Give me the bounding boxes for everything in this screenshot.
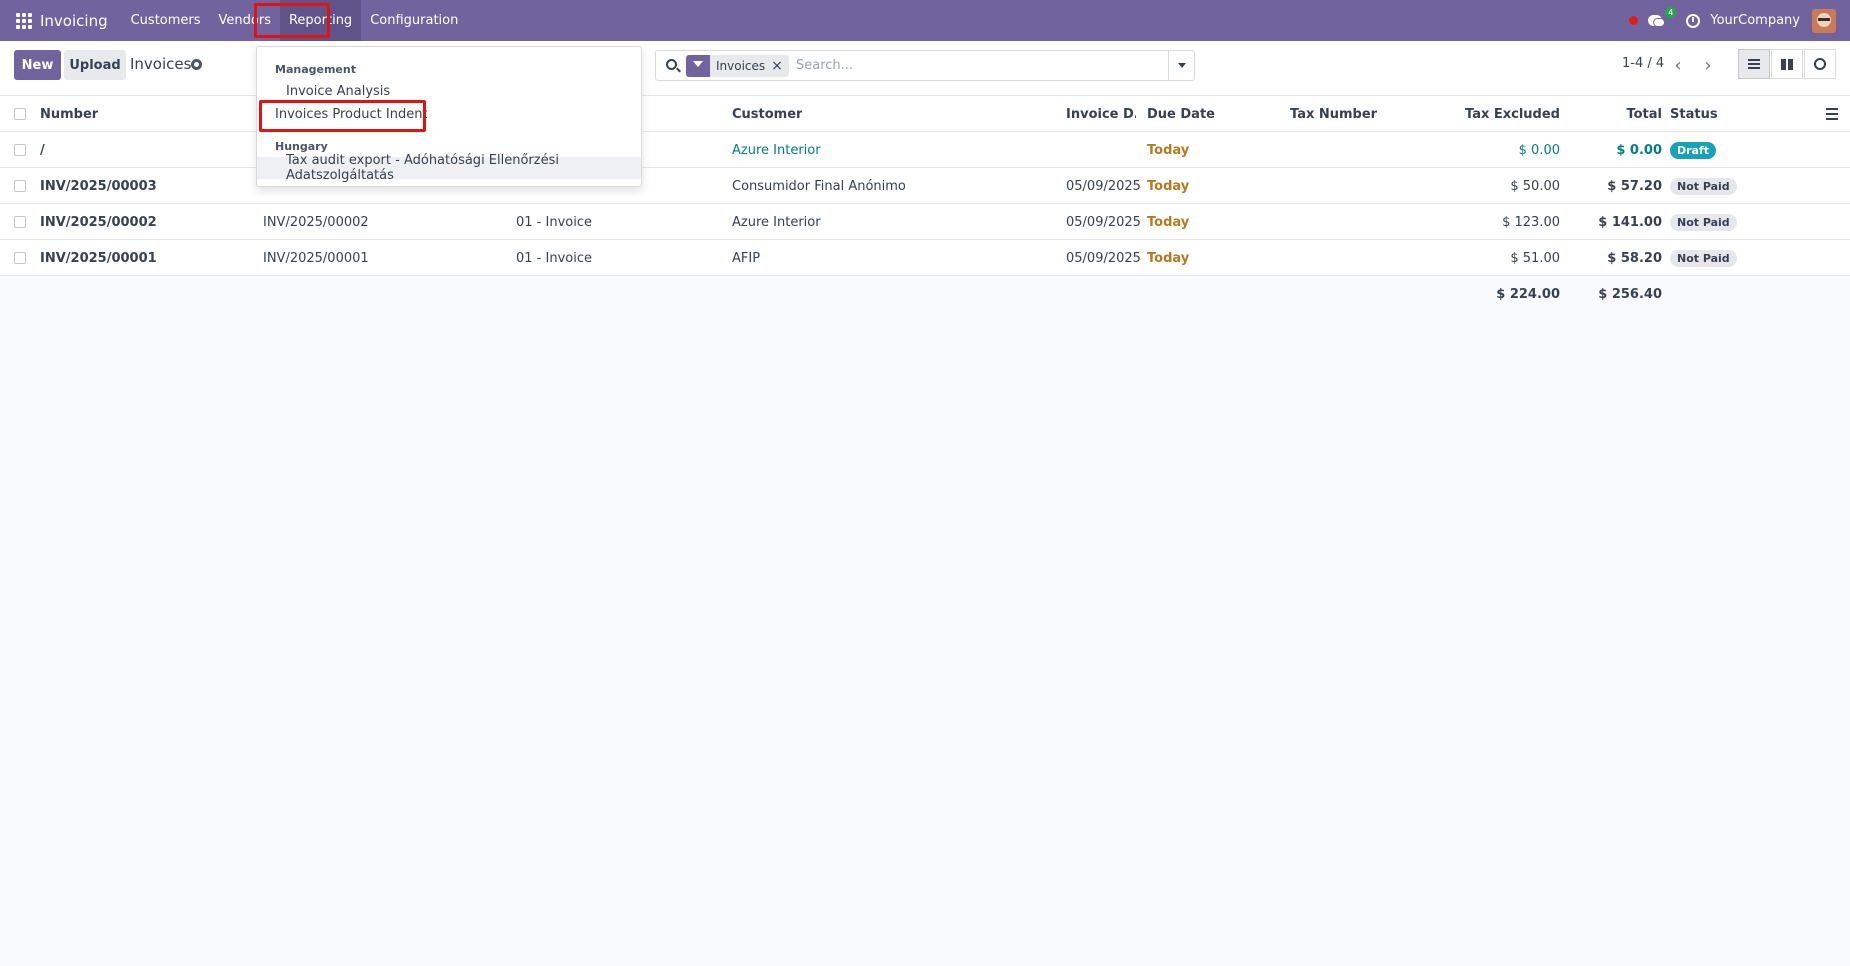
cell-due-date: Today xyxy=(1147,214,1190,230)
select-all-checkbox[interactable] xyxy=(14,108,26,120)
table-footer: $ 224.00 $ 256.40 xyxy=(0,276,1850,312)
cell-customer[interactable]: Azure Interior xyxy=(732,132,821,168)
kanban-view-button[interactable] xyxy=(1771,49,1803,79)
total-tax-excluded: $ 224.00 xyxy=(1496,286,1560,302)
cell-tax-excluded: $ 51.00 xyxy=(1510,250,1560,266)
search-input[interactable]: Search... xyxy=(796,58,853,73)
cell-customer: AFIP xyxy=(732,250,761,266)
header-number[interactable]: Number xyxy=(40,96,98,132)
cell-tax-excluded: $ 123.00 xyxy=(1502,214,1560,230)
cell-journal: 01 - Invoice xyxy=(516,214,592,230)
cell-due-date: Today xyxy=(1147,178,1190,194)
search-bar[interactable]: Invoices × Search... xyxy=(655,50,1195,81)
menu-reporting[interactable]: Reporting xyxy=(279,0,362,41)
status-badge: Not Paid xyxy=(1670,213,1737,231)
menu-configuration[interactable]: Configuration xyxy=(361,0,467,41)
cell-invoice-date: 05/09/2025 xyxy=(1066,214,1141,230)
cell-number: INV/2025/00001 xyxy=(40,250,157,266)
company-switcher[interactable]: YourCompany xyxy=(1710,13,1800,28)
dropdown-section-management: Management xyxy=(275,63,356,76)
gear-icon[interactable] xyxy=(191,59,202,70)
clock-icon xyxy=(1814,58,1826,70)
header-customer[interactable]: Customer xyxy=(732,96,802,132)
header-due-date[interactable]: Due Date xyxy=(1147,96,1215,132)
row-checkbox[interactable] xyxy=(14,180,26,192)
cell-invoice-date: 05/09/2025 xyxy=(1066,178,1141,194)
header-invoice-date[interactable]: Invoice D... xyxy=(1066,96,1136,132)
cell-journal: 01 - Invoice xyxy=(516,250,592,266)
cell-number: / xyxy=(40,142,45,158)
breadcrumb: Invoices xyxy=(130,55,192,73)
cell-total: $ 0.00 xyxy=(1616,142,1662,158)
user-avatar[interactable] xyxy=(1812,8,1836,33)
cell-total: $ 57.20 xyxy=(1607,178,1662,194)
chevron-right-icon[interactable]: › xyxy=(1695,50,1721,80)
row-checkbox[interactable] xyxy=(14,216,26,228)
header-total[interactable]: Total xyxy=(1570,96,1662,132)
row-checkbox[interactable] xyxy=(14,252,26,264)
cell-customer: Azure Interior xyxy=(732,214,821,230)
total-amount: $ 256.40 xyxy=(1598,286,1662,302)
pager-value[interactable]: 1-4 / 4 xyxy=(1622,56,1664,71)
menu-item-invoice-analysis[interactable]: Invoice Analysis xyxy=(257,80,641,102)
header-status[interactable]: Status xyxy=(1670,96,1718,132)
status-badge: Not Paid xyxy=(1670,249,1737,267)
cell-due-date: Today xyxy=(1147,142,1190,158)
optional-columns-icon[interactable] xyxy=(1826,108,1838,120)
cell-total: $ 141.00 xyxy=(1598,214,1662,230)
new-button[interactable]: New xyxy=(14,50,61,80)
search-icon xyxy=(666,59,677,70)
cell-total: $ 58.20 xyxy=(1607,250,1662,266)
header-tax-number[interactable]: Tax Number xyxy=(1290,96,1377,132)
search-options-toggle[interactable] xyxy=(1168,51,1194,80)
dropdown-section-hungary: Hungary xyxy=(275,140,328,153)
menu-customers[interactable]: Customers xyxy=(122,0,210,41)
record-indicator-icon[interactable] xyxy=(1629,16,1639,25)
menu-item-tax-audit-export[interactable]: Tax audit export - Adóhatósági Ellenőrzé… xyxy=(257,153,641,183)
table-row[interactable]: INV/2025/00001 INV/2025/00001 01 - Invoi… xyxy=(0,240,1850,276)
row-checkbox[interactable] xyxy=(14,144,26,156)
close-icon[interactable]: × xyxy=(771,58,789,74)
navbar-systray: 4 YourCompany xyxy=(1629,0,1850,41)
status-badge: Not Paid xyxy=(1670,177,1737,195)
facet-label: Invoices xyxy=(716,59,766,73)
cell-number: INV/2025/00002 xyxy=(40,214,157,230)
menu-item-invoices-product-indent[interactable]: Invoices Product Indent xyxy=(257,103,641,125)
top-navbar: Invoicing Customers Vendors Reporting Co… xyxy=(0,0,1850,41)
status-badge: Draft xyxy=(1670,141,1717,159)
cell-reference: INV/2025/00001 xyxy=(263,250,369,266)
cell-due-date: Today xyxy=(1147,250,1190,266)
kanban-icon xyxy=(1781,58,1793,70)
cell-tax-excluded: $ 0.00 xyxy=(1518,142,1560,158)
list-view-button[interactable] xyxy=(1738,49,1770,79)
app-brand[interactable]: Invoicing xyxy=(40,12,108,30)
messages-count-badge: 4 xyxy=(1665,6,1677,18)
cell-tax-excluded: $ 50.00 xyxy=(1510,178,1560,194)
filter-facet: Invoices × xyxy=(686,55,789,77)
activity-view-button[interactable] xyxy=(1804,49,1836,79)
reporting-dropdown: Management Invoice Analysis Invoices Pro… xyxy=(256,46,642,187)
cell-reference: INV/2025/00002 xyxy=(263,214,369,230)
filter-icon xyxy=(686,55,710,77)
table-row[interactable]: INV/2025/00002 INV/2025/00002 01 - Invoi… xyxy=(0,204,1850,240)
upload-button[interactable]: Upload xyxy=(64,50,126,80)
cell-customer: Consumidor Final Anónimo xyxy=(732,178,906,194)
menu-vendors[interactable]: Vendors xyxy=(210,0,280,41)
cell-invoice-date: 05/09/2025 xyxy=(1066,250,1141,266)
activity-clock-icon[interactable] xyxy=(1686,13,1701,28)
chevron-left-icon[interactable]: ‹ xyxy=(1665,50,1691,80)
list-icon xyxy=(1748,59,1760,69)
cell-number: INV/2025/00003 xyxy=(40,178,157,194)
messages-icon[interactable]: 4 xyxy=(1648,6,1677,28)
app-menu-icon[interactable] xyxy=(13,10,35,32)
header-tax-excluded[interactable]: Tax Excluded xyxy=(1410,96,1560,132)
